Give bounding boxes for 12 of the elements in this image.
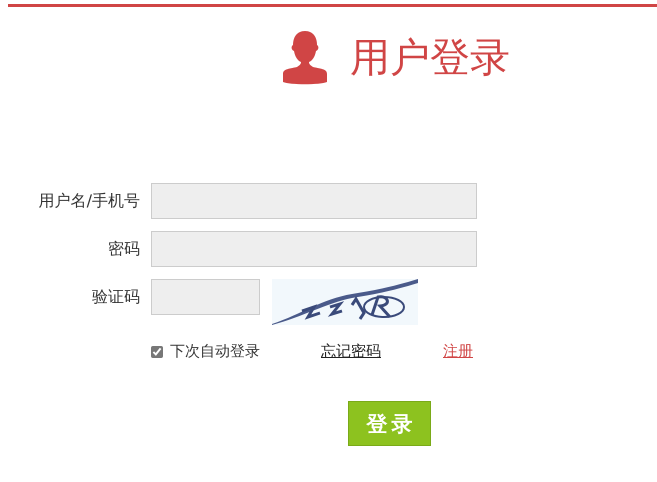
field-label: 验证码 (91, 286, 140, 308)
user-icon (282, 30, 328, 84)
remember-checkbox[interactable] (151, 346, 163, 358)
register-link[interactable]: 注册 (443, 342, 473, 361)
page-title: 用户登录 (350, 34, 510, 83)
password-field[interactable] (151, 231, 477, 267)
forgot-password-link[interactable]: 忘记密码 (321, 342, 381, 361)
remember-label: 下次自动登录 (170, 342, 260, 361)
field-label: 用户名/手机号 (38, 190, 140, 212)
username-field[interactable] (151, 183, 477, 219)
field-label: 密码 (107, 238, 140, 260)
captcha-field[interactable] (151, 279, 260, 315)
